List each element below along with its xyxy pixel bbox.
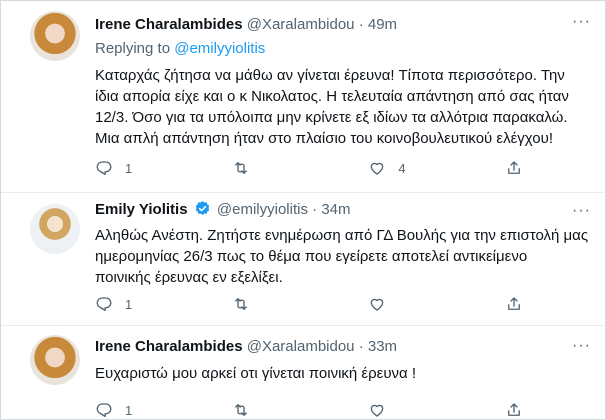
retweet-button[interactable]	[232, 293, 272, 315]
reply-button[interactable]: 1	[95, 157, 135, 179]
share-button[interactable]	[505, 293, 545, 315]
tweet-header: Irene Charalambides @Xaralambidou · 33m	[95, 337, 591, 357]
timestamp[interactable]: 49m	[368, 16, 397, 33]
share-icon	[508, 161, 520, 174]
timestamp[interactable]: 34m	[321, 201, 350, 218]
tweet-text: Καταρχάς ζήτησα να μάθω αν γίνεται έρευν…	[95, 65, 591, 149]
tweet-text-line: 12/3. Όσο για τα υπόλοιπα μην κρίνετε εξ…	[95, 109, 568, 126]
like-icon	[371, 162, 384, 175]
tweet-text-line: Αληθώς Ανέστη. Ζητήστε ενημέρωση από ΓΔ …	[95, 227, 589, 244]
reply-count: 1	[125, 296, 133, 312]
replying-to-link[interactable]: @emilyyiolitis	[174, 40, 265, 57]
share-button[interactable]	[505, 399, 545, 419]
author-handle[interactable]: @emilyyiolitis	[217, 201, 308, 218]
verified-badge-icon	[195, 201, 210, 215]
reply-count: 1	[125, 160, 133, 176]
retweet-icon	[234, 404, 247, 416]
author-handle[interactable]: @Xaralambidou	[247, 16, 355, 33]
reply-button[interactable]: 1	[95, 399, 135, 419]
avatar[interactable]	[30, 204, 80, 254]
reply-count: 1	[125, 402, 133, 418]
like-button[interactable]: 4	[368, 157, 408, 179]
retweet-icon	[234, 298, 247, 310]
tweet-text: Αληθώς Ανέστη. Ζητήστε ενημέρωση από ΓΔ …	[95, 225, 591, 288]
like-button[interactable]	[368, 399, 408, 419]
tweet-text-line: Μια απλή απάντηση ήταν στο πλαίσιο του κ…	[95, 130, 553, 147]
tweet-text: Ευχαριστώ μου αρκεί οτι γίνεται ποινική …	[95, 363, 591, 384]
tweet[interactable]: ··· Emily Yiolitis @emilyyiolitis · 34m …	[1, 194, 605, 326]
share-icon	[508, 403, 520, 416]
tweet-text-line: Ευχαριστώ μου αρκεί οτι γίνεται ποινική …	[95, 365, 417, 382]
tweet-text-line: ποινικής έρευνας εν εξελίξει.	[95, 269, 283, 286]
retweet-icon	[234, 162, 247, 174]
like-icon	[371, 298, 384, 311]
author-handle[interactable]: @Xaralambidou	[247, 338, 355, 355]
tweet[interactable]: ··· Irene Charalambides @Xaralambidou · …	[1, 1, 605, 193]
retweet-button[interactable]	[232, 157, 272, 179]
tweet-actions: 1	[95, 399, 545, 419]
author-name[interactable]: Irene Charalambides	[95, 338, 243, 355]
retweet-button[interactable]	[232, 399, 272, 419]
tweet-text-line: ημερομηνίας 26/3 πως το θέμα που εγείρετ…	[95, 248, 528, 265]
tweet-thread: · · · Irene Charalambides @Xaralambidou · …	[0, 0, 606, 420]
tweet-header: Irene Charalambides @Xaralambidou · 49m	[95, 15, 591, 35]
reply-button[interactable]: 1	[95, 293, 135, 315]
tweet-text-line: Καταρχάς ζήτησα να μάθω αν γίνεται έρευν…	[95, 67, 565, 84]
tweet[interactable]: ··· Irene Charalambides @Xaralambidou · …	[1, 327, 605, 419]
reply-icon	[96, 297, 112, 312]
share-button[interactable]	[505, 157, 545, 179]
like-icon	[371, 404, 384, 417]
author-name[interactable]: Emily Yiolitis	[95, 201, 188, 218]
separator-dot: ·	[358, 16, 364, 33]
tweet-actions: 1	[95, 293, 545, 315]
reply-icon	[96, 161, 112, 176]
share-icon	[508, 297, 520, 310]
reply-icon	[96, 403, 112, 418]
author-name[interactable]: Irene Charalambides	[95, 16, 243, 33]
tweet-header: Emily Yiolitis @emilyyiolitis · 34m	[95, 200, 591, 220]
tweet-actions: 1 4	[95, 157, 545, 179]
replying-to-prefix: Replying to	[95, 40, 171, 57]
like-button[interactable]	[368, 293, 408, 315]
separator-dot: ·	[358, 338, 364, 355]
tweet-text-line: ίδια απορία είχε και ο κ Νικολατος. Η τε…	[95, 88, 569, 105]
separator-dot: ·	[312, 201, 318, 218]
like-count: 4	[398, 160, 406, 176]
avatar[interactable]	[30, 335, 80, 385]
avatar[interactable]	[30, 11, 80, 61]
timestamp[interactable]: 33m	[368, 338, 397, 355]
replying-to: Replying to @emilyyiolitis	[95, 39, 591, 59]
